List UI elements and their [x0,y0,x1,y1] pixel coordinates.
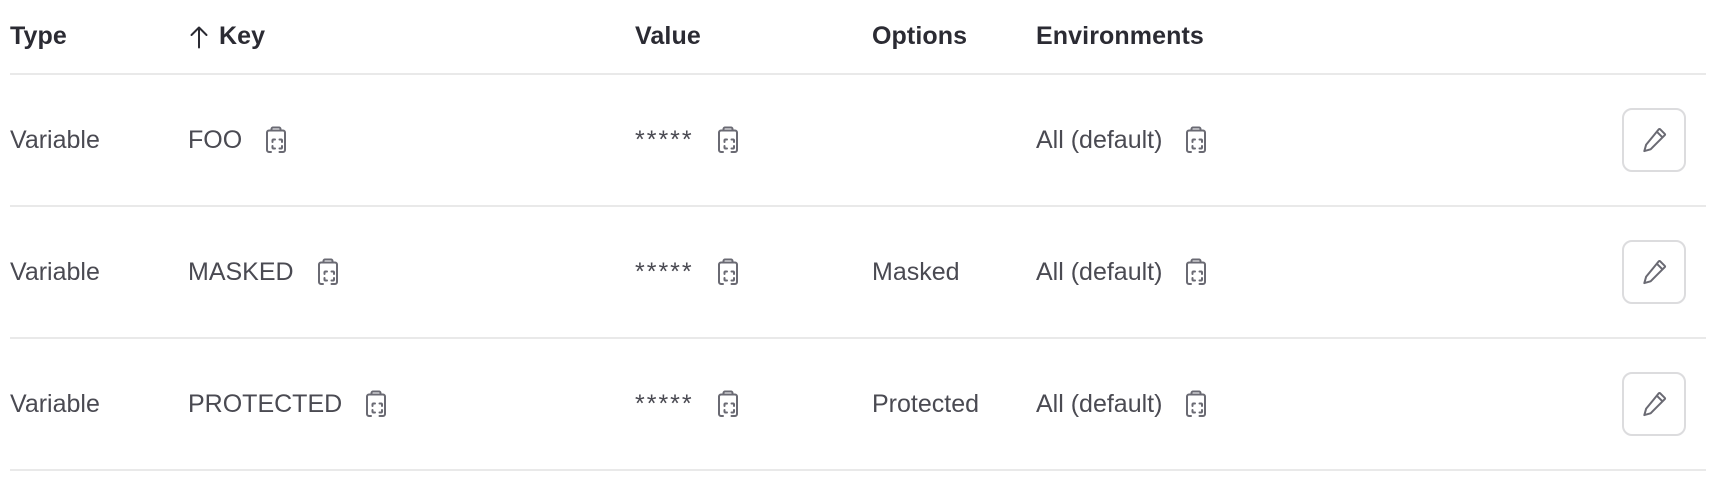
variable-environments-label: All (default) [1036,389,1163,418]
column-header-value[interactable]: Value [635,0,872,51]
column-header-key[interactable]: Key [188,0,635,51]
table-row: Variable FOO ***** All (default) [10,75,1706,207]
copy-to-clipboard-icon[interactable] [711,387,745,421]
copy-to-clipboard-icon[interactable] [711,123,745,157]
cell-environments: All (default) [1036,387,1332,421]
variable-environments-label: All (default) [1036,257,1163,286]
cell-key: PROTECTED [188,387,635,421]
pencil-icon [1639,389,1669,419]
variable-key-label: PROTECTED [188,389,343,418]
column-header-value-label: Value [635,22,701,50]
copy-to-clipboard-icon[interactable] [1179,387,1213,421]
variables-table: Type Key Value Options Environments Vari… [0,0,1716,471]
cell-actions [1332,372,1706,436]
edit-variable-button[interactable] [1622,240,1686,304]
variable-key-label: MASKED [188,257,294,286]
variable-value-masked: ***** [635,389,694,418]
column-header-options-label: Options [872,22,968,50]
variable-value-masked: ***** [635,125,694,154]
column-header-key-label: Key [219,22,266,50]
cell-type: Variable [10,126,188,155]
cell-options: Masked [872,258,1036,287]
variable-type-label: Variable [10,257,100,286]
table-row: Variable PROTECTED ***** Protected All (… [10,339,1706,471]
value-wrapper: ***** [635,123,745,157]
value-wrapper: ***** [635,387,745,421]
cell-type: Variable [10,258,188,287]
copy-to-clipboard-icon[interactable] [1179,255,1213,289]
variable-value-masked: ***** [635,257,694,286]
table-row: Variable MASKED ***** Masked All (defaul… [10,207,1706,339]
cell-value: ***** [635,387,872,421]
cell-environments: All (default) [1036,123,1332,157]
copy-to-clipboard-icon[interactable] [1179,123,1213,157]
variable-key-label: FOO [188,125,243,154]
cell-environments: All (default) [1036,255,1332,289]
edit-variable-button[interactable] [1622,108,1686,172]
variable-options-label: Protected [872,389,980,418]
copy-to-clipboard-icon[interactable] [711,255,745,289]
arrow-up-icon [188,24,210,50]
variable-environments-label: All (default) [1036,125,1163,154]
edit-variable-button[interactable] [1622,372,1686,436]
variable-type-label: Variable [10,125,100,154]
column-header-options[interactable]: Options [872,0,1036,51]
column-header-type[interactable]: Type [10,0,188,51]
column-header-environments-label: Environments [1036,22,1204,50]
cell-value: ***** [635,123,872,157]
copy-to-clipboard-icon[interactable] [359,387,393,421]
cell-actions [1332,108,1706,172]
column-header-type-label: Type [10,22,67,50]
copy-to-clipboard-icon[interactable] [259,123,293,157]
copy-to-clipboard-icon[interactable] [311,255,345,289]
cell-actions [1332,240,1706,304]
table-header-row: Type Key Value Options Environments [10,0,1706,75]
cell-key: FOO [188,123,635,157]
variable-options-label: Masked [872,257,960,286]
column-header-actions [1332,0,1706,22]
cell-options: Protected [872,390,1036,419]
cell-type: Variable [10,390,188,419]
cell-value: ***** [635,255,872,289]
pencil-icon [1639,257,1669,287]
column-header-environments[interactable]: Environments [1036,0,1332,51]
value-wrapper: ***** [635,255,745,289]
variable-type-label: Variable [10,389,100,418]
pencil-icon [1639,125,1669,155]
cell-key: MASKED [188,255,635,289]
